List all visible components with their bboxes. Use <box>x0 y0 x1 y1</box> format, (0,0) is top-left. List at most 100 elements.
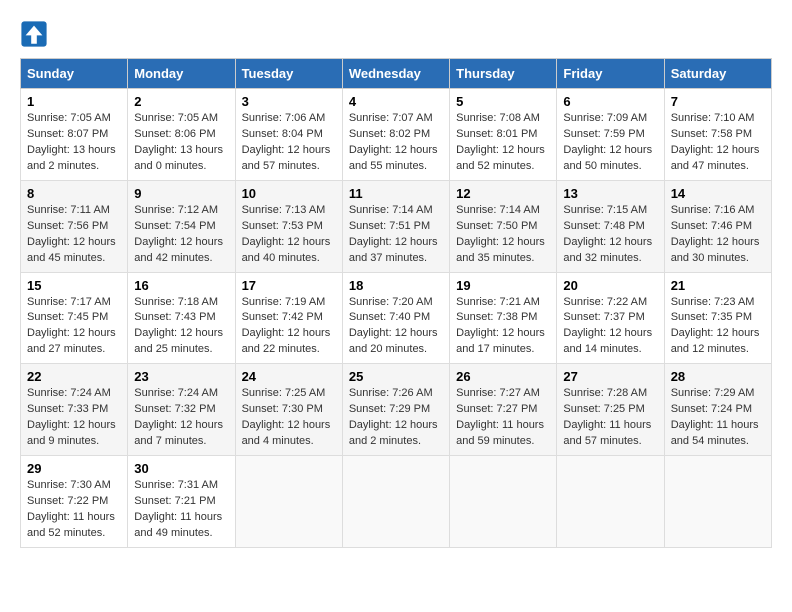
day-cell-6: 6 Sunrise: 7:09 AMSunset: 7:59 PMDaylight… <box>557 89 664 181</box>
day-info: Sunrise: 7:14 AMSunset: 7:51 PMDaylight:… <box>349 203 443 267</box>
day-info: Sunrise: 7:28 AMSunset: 7:25 PMDaylight:… <box>563 386 657 450</box>
week-row-1: 1Sunrise: 7:05 AMSunset: 8:07 PMDaylight… <box>21 89 772 181</box>
day-number: 17 <box>242 278 336 293</box>
day-cell-25: 25 Sunrise: 7:26 AMSunset: 7:29 PMDayligh… <box>342 364 449 456</box>
day-info: Sunrise: 7:20 AMSunset: 7:40 PMDaylight:… <box>349 295 443 359</box>
day-number: 28 <box>671 369 765 384</box>
day-number: 5 <box>456 94 550 109</box>
day-info: Sunrise: 7:26 AMSunset: 7:29 PMDaylight:… <box>349 386 443 450</box>
day-number: 23 <box>134 369 228 384</box>
empty-cell <box>664 456 771 548</box>
day-cell-27: 27 Sunrise: 7:28 AMSunset: 7:25 PMDayligh… <box>557 364 664 456</box>
day-number: 18 <box>349 278 443 293</box>
day-number: 11 <box>349 186 443 201</box>
day-cell-1: 1Sunrise: 7:05 AMSunset: 8:07 PMDaylight… <box>21 89 128 181</box>
empty-cell <box>450 456 557 548</box>
week-row-3: 15 Sunrise: 7:17 AMSunset: 7:45 PMDayligh… <box>21 272 772 364</box>
empty-cell <box>342 456 449 548</box>
day-info: Sunrise: 7:27 AMSunset: 7:27 PMDaylight:… <box>456 386 550 450</box>
day-cell-12: 12Sunrise: 7:14 AMSunset: 7:50 PMDayligh… <box>450 180 557 272</box>
day-number: 26 <box>456 369 550 384</box>
day-number: 9 <box>134 186 228 201</box>
day-cell-5: 5Sunrise: 7:08 AMSunset: 8:01 PMDaylight… <box>450 89 557 181</box>
weekday-header-friday: Friday <box>557 59 664 89</box>
page-header <box>20 20 772 48</box>
logo-icon <box>20 20 48 48</box>
day-info: Sunrise: 7:25 AMSunset: 7:30 PMDaylight:… <box>242 386 336 450</box>
day-number: 6 <box>563 94 657 109</box>
day-cell-21: 21 Sunrise: 7:23 AMSunset: 7:35 PMDayligh… <box>664 272 771 364</box>
day-number: 25 <box>349 369 443 384</box>
weekday-header-saturday: Saturday <box>664 59 771 89</box>
day-cell-29: 29 Sunrise: 7:30 AMSunset: 7:22 PMDayligh… <box>21 456 128 548</box>
day-info: Sunrise: 7:15 AMSunset: 7:48 PMDaylight:… <box>563 203 657 267</box>
day-cell-2: 2 Sunrise: 7:05 AMSunset: 8:06 PMDaylight… <box>128 89 235 181</box>
day-number: 29 <box>27 461 121 476</box>
day-number: 20 <box>563 278 657 293</box>
day-number: 27 <box>563 369 657 384</box>
day-info: Sunrise: 7:17 AMSunset: 7:45 PMDaylight:… <box>27 295 121 359</box>
calendar-table: SundayMondayTuesdayWednesdayThursdayFrid… <box>20 58 772 548</box>
day-cell-11: 11 Sunrise: 7:14 AMSunset: 7:51 PMDayligh… <box>342 180 449 272</box>
day-info: Sunrise: 7:22 AMSunset: 7:37 PMDaylight:… <box>563 295 657 359</box>
day-cell-3: 3Sunrise: 7:06 AMSunset: 8:04 PMDaylight… <box>235 89 342 181</box>
day-cell-15: 15 Sunrise: 7:17 AMSunset: 7:45 PMDayligh… <box>21 272 128 364</box>
logo <box>20 20 52 48</box>
weekday-header-row: SundayMondayTuesdayWednesdayThursdayFrid… <box>21 59 772 89</box>
day-info: Sunrise: 7:24 AMSunset: 7:32 PMDaylight:… <box>134 386 228 450</box>
day-cell-30: 30Sunrise: 7:31 AMSunset: 7:21 PMDayligh… <box>128 456 235 548</box>
day-info: Sunrise: 7:11 AMSunset: 7:56 PMDaylight:… <box>27 203 121 267</box>
day-cell-14: 14Sunrise: 7:16 AMSunset: 7:46 PMDayligh… <box>664 180 771 272</box>
day-info: Sunrise: 7:13 AMSunset: 7:53 PMDaylight:… <box>242 203 336 267</box>
day-info: Sunrise: 7:18 AMSunset: 7:43 PMDaylight:… <box>134 295 228 359</box>
day-cell-8: 8 Sunrise: 7:11 AMSunset: 7:56 PMDaylight… <box>21 180 128 272</box>
day-info: Sunrise: 7:24 AMSunset: 7:33 PMDaylight:… <box>27 386 121 450</box>
day-cell-22: 22 Sunrise: 7:24 AMSunset: 7:33 PMDayligh… <box>21 364 128 456</box>
weekday-header-sunday: Sunday <box>21 59 128 89</box>
day-number: 2 <box>134 94 228 109</box>
weekday-header-monday: Monday <box>128 59 235 89</box>
day-number: 15 <box>27 278 121 293</box>
day-cell-18: 18 Sunrise: 7:20 AMSunset: 7:40 PMDayligh… <box>342 272 449 364</box>
day-cell-19: 19 Sunrise: 7:21 AMSunset: 7:38 PMDayligh… <box>450 272 557 364</box>
empty-cell <box>235 456 342 548</box>
day-info: Sunrise: 7:23 AMSunset: 7:35 PMDaylight:… <box>671 295 765 359</box>
day-number: 24 <box>242 369 336 384</box>
day-info: Sunrise: 7:30 AMSunset: 7:22 PMDaylight:… <box>27 478 121 542</box>
day-cell-4: 4Sunrise: 7:07 AMSunset: 8:02 PMDaylight… <box>342 89 449 181</box>
day-number: 16 <box>134 278 228 293</box>
day-info: Sunrise: 7:10 AMSunset: 7:58 PMDaylight:… <box>671 111 765 175</box>
day-cell-26: 26 Sunrise: 7:27 AMSunset: 7:27 PMDayligh… <box>450 364 557 456</box>
day-number: 30 <box>134 461 228 476</box>
weekday-header-tuesday: Tuesday <box>235 59 342 89</box>
day-number: 8 <box>27 186 121 201</box>
week-row-2: 8 Sunrise: 7:11 AMSunset: 7:56 PMDaylight… <box>21 180 772 272</box>
week-row-4: 22 Sunrise: 7:24 AMSunset: 7:33 PMDayligh… <box>21 364 772 456</box>
day-number: 7 <box>671 94 765 109</box>
day-info: Sunrise: 7:07 AMSunset: 8:02 PMDaylight:… <box>349 111 443 175</box>
day-info: Sunrise: 7:05 AMSunset: 8:06 PMDaylight:… <box>134 111 228 175</box>
day-info: Sunrise: 7:29 AMSunset: 7:24 PMDaylight:… <box>671 386 765 450</box>
week-row-5: 29 Sunrise: 7:30 AMSunset: 7:22 PMDayligh… <box>21 456 772 548</box>
day-cell-16: 16 Sunrise: 7:18 AMSunset: 7:43 PMDayligh… <box>128 272 235 364</box>
day-cell-9: 9 Sunrise: 7:12 AMSunset: 7:54 PMDaylight… <box>128 180 235 272</box>
day-cell-13: 13 Sunrise: 7:15 AMSunset: 7:48 PMDayligh… <box>557 180 664 272</box>
day-info: Sunrise: 7:12 AMSunset: 7:54 PMDaylight:… <box>134 203 228 267</box>
day-cell-17: 17 Sunrise: 7:19 AMSunset: 7:42 PMDayligh… <box>235 272 342 364</box>
day-cell-23: 23 Sunrise: 7:24 AMSunset: 7:32 PMDayligh… <box>128 364 235 456</box>
day-number: 10 <box>242 186 336 201</box>
day-number: 22 <box>27 369 121 384</box>
empty-cell <box>557 456 664 548</box>
day-cell-7: 7 Sunrise: 7:10 AMSunset: 7:58 PMDaylight… <box>664 89 771 181</box>
day-number: 19 <box>456 278 550 293</box>
day-number: 1 <box>27 94 121 109</box>
day-number: 21 <box>671 278 765 293</box>
day-info: Sunrise: 7:21 AMSunset: 7:38 PMDaylight:… <box>456 295 550 359</box>
day-cell-20: 20 Sunrise: 7:22 AMSunset: 7:37 PMDayligh… <box>557 272 664 364</box>
day-number: 13 <box>563 186 657 201</box>
day-info: Sunrise: 7:09 AMSunset: 7:59 PMDaylight:… <box>563 111 657 175</box>
day-cell-28: 28 Sunrise: 7:29 AMSunset: 7:24 PMDayligh… <box>664 364 771 456</box>
day-info: Sunrise: 7:06 AMSunset: 8:04 PMDaylight:… <box>242 111 336 175</box>
weekday-header-thursday: Thursday <box>450 59 557 89</box>
day-info: Sunrise: 7:19 AMSunset: 7:42 PMDaylight:… <box>242 295 336 359</box>
